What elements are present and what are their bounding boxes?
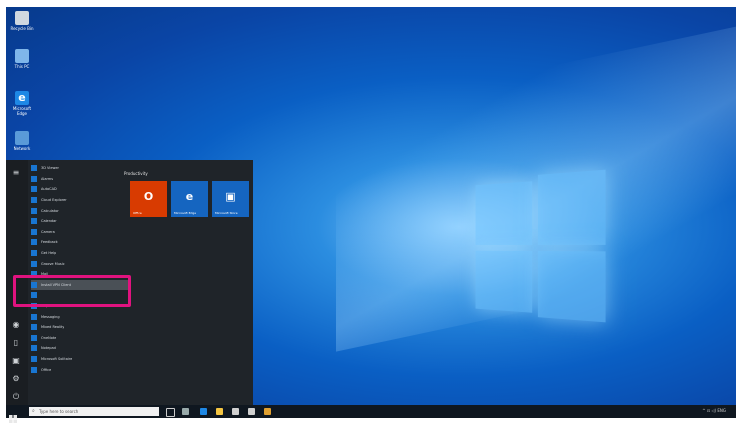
mail-taskbar-icon[interactable] — [248, 408, 255, 415]
list-item[interactable]: Get Help — [31, 248, 131, 259]
app-icon — [31, 218, 37, 225]
app-label: Microsoft Solitaire — [41, 356, 73, 361]
search-box[interactable]: ⌕ Type here to search — [29, 407, 159, 416]
desktop-icon-network[interactable]: Network — [8, 131, 36, 151]
app-label: Groove Music — [41, 261, 65, 266]
search-icon: ⌕ — [32, 408, 35, 414]
list-item[interactable]: Office — [31, 364, 131, 375]
app-icon — [31, 345, 37, 352]
app-label: OneNote — [41, 335, 57, 340]
tile-office[interactable]: O Office — [130, 181, 167, 217]
app-icon — [31, 250, 37, 257]
hamburger-icon[interactable]: ≡ — [11, 168, 21, 178]
task-view-icon[interactable] — [166, 408, 175, 417]
app-icon — [31, 313, 37, 320]
app-icon — [31, 186, 37, 193]
edge-taskbar-icon[interactable] — [200, 408, 207, 415]
app-label: Feedback — [41, 240, 58, 245]
list-item[interactable]: Camera — [31, 227, 131, 238]
app-icon — [31, 197, 37, 204]
app-icon — [31, 175, 37, 182]
network-icon — [15, 131, 29, 145]
app-icon — [31, 165, 37, 172]
store-icon: ▣ — [225, 190, 236, 203]
list-item[interactable]: Cloud Explorer — [31, 195, 131, 206]
search-placeholder: Type here to search — [39, 409, 79, 414]
app-label: Get Help — [41, 251, 57, 256]
taskbar: ⌕ Type here to search ^ ⊡ ◁) ENG — [6, 405, 736, 423]
document-icon[interactable]: ▯ — [11, 338, 21, 348]
power-icon[interactable]: ⏻ — [11, 392, 21, 402]
app-label: Office — [41, 367, 52, 372]
app-label: Camera — [41, 229, 55, 234]
store-taskbar-icon[interactable] — [232, 408, 239, 415]
pictures-icon[interactable]: ▣ — [11, 356, 21, 366]
file-explorer-icon[interactable] — [216, 408, 223, 415]
app-icon — [31, 324, 37, 331]
app-label: Alarms — [41, 176, 54, 181]
app-taskbar-icon[interactable] — [264, 408, 271, 415]
cortana-icon[interactable] — [182, 408, 189, 415]
list-item[interactable]: Messaging — [31, 311, 131, 322]
list-item[interactable]: 3D Viewer — [31, 163, 131, 174]
recycle-bin-icon — [15, 11, 29, 25]
tile-edge[interactable]: e Microsoft Edge — [171, 181, 208, 217]
list-item[interactable]: Feedback — [31, 237, 131, 248]
list-item[interactable]: Mixed Reality — [31, 322, 131, 333]
highlight-box — [13, 275, 131, 307]
app-label: Cloud Explorer — [41, 198, 67, 203]
user-icon[interactable]: ◉ — [11, 320, 21, 330]
app-icon — [31, 207, 37, 214]
app-icon — [31, 239, 37, 246]
app-label: Messaging — [41, 314, 60, 319]
desktop-icon-this-pc[interactable]: This PC — [8, 49, 36, 69]
app-label: AutoCAD — [41, 187, 57, 192]
list-item[interactable]: Microsoft Solitaire — [31, 354, 131, 365]
gear-icon[interactable]: ⚙ — [11, 374, 21, 384]
app-icon — [31, 228, 37, 235]
tile-store[interactable]: ▣ Microsoft Store — [212, 181, 249, 217]
tiles-header: Productivity — [124, 171, 148, 176]
app-icon — [31, 366, 37, 373]
list-item[interactable]: AutoCAD — [31, 184, 131, 195]
computer-icon — [15, 49, 29, 63]
list-item[interactable]: Groove Music — [31, 258, 131, 269]
app-label: Calculator — [41, 208, 59, 213]
list-item[interactable]: Calendar — [31, 216, 131, 227]
app-icon — [31, 355, 37, 362]
office-icon: O — [143, 190, 154, 203]
edge-icon: e — [15, 91, 29, 105]
app-label: Notepad — [41, 346, 56, 351]
windows-logo — [475, 169, 606, 323]
app-label: Mixed Reality — [41, 325, 65, 330]
edge-icon: e — [185, 190, 194, 203]
app-label: Calendar — [41, 219, 57, 224]
app-label: 3D Viewer — [41, 166, 59, 171]
list-item[interactable]: Calculator — [31, 205, 131, 216]
app-list: 3D Viewer Alarms AutoCAD Cloud Explorer Calc… — [31, 163, 131, 375]
app-icon — [31, 334, 37, 341]
list-item[interactable]: Notepad — [31, 343, 131, 354]
windows-start-icon[interactable] — [9, 408, 17, 423]
system-tray[interactable]: ^ ⊡ ◁) ENG — [702, 408, 726, 413]
app-icon — [31, 260, 37, 267]
list-item[interactable]: OneNote — [31, 333, 131, 344]
list-item[interactable]: Alarms — [31, 174, 131, 185]
desktop-icon-edge[interactable]: e Microsoft Edge — [8, 91, 36, 116]
desktop-icon-recycle-bin[interactable]: Recycle Bin — [8, 11, 36, 31]
